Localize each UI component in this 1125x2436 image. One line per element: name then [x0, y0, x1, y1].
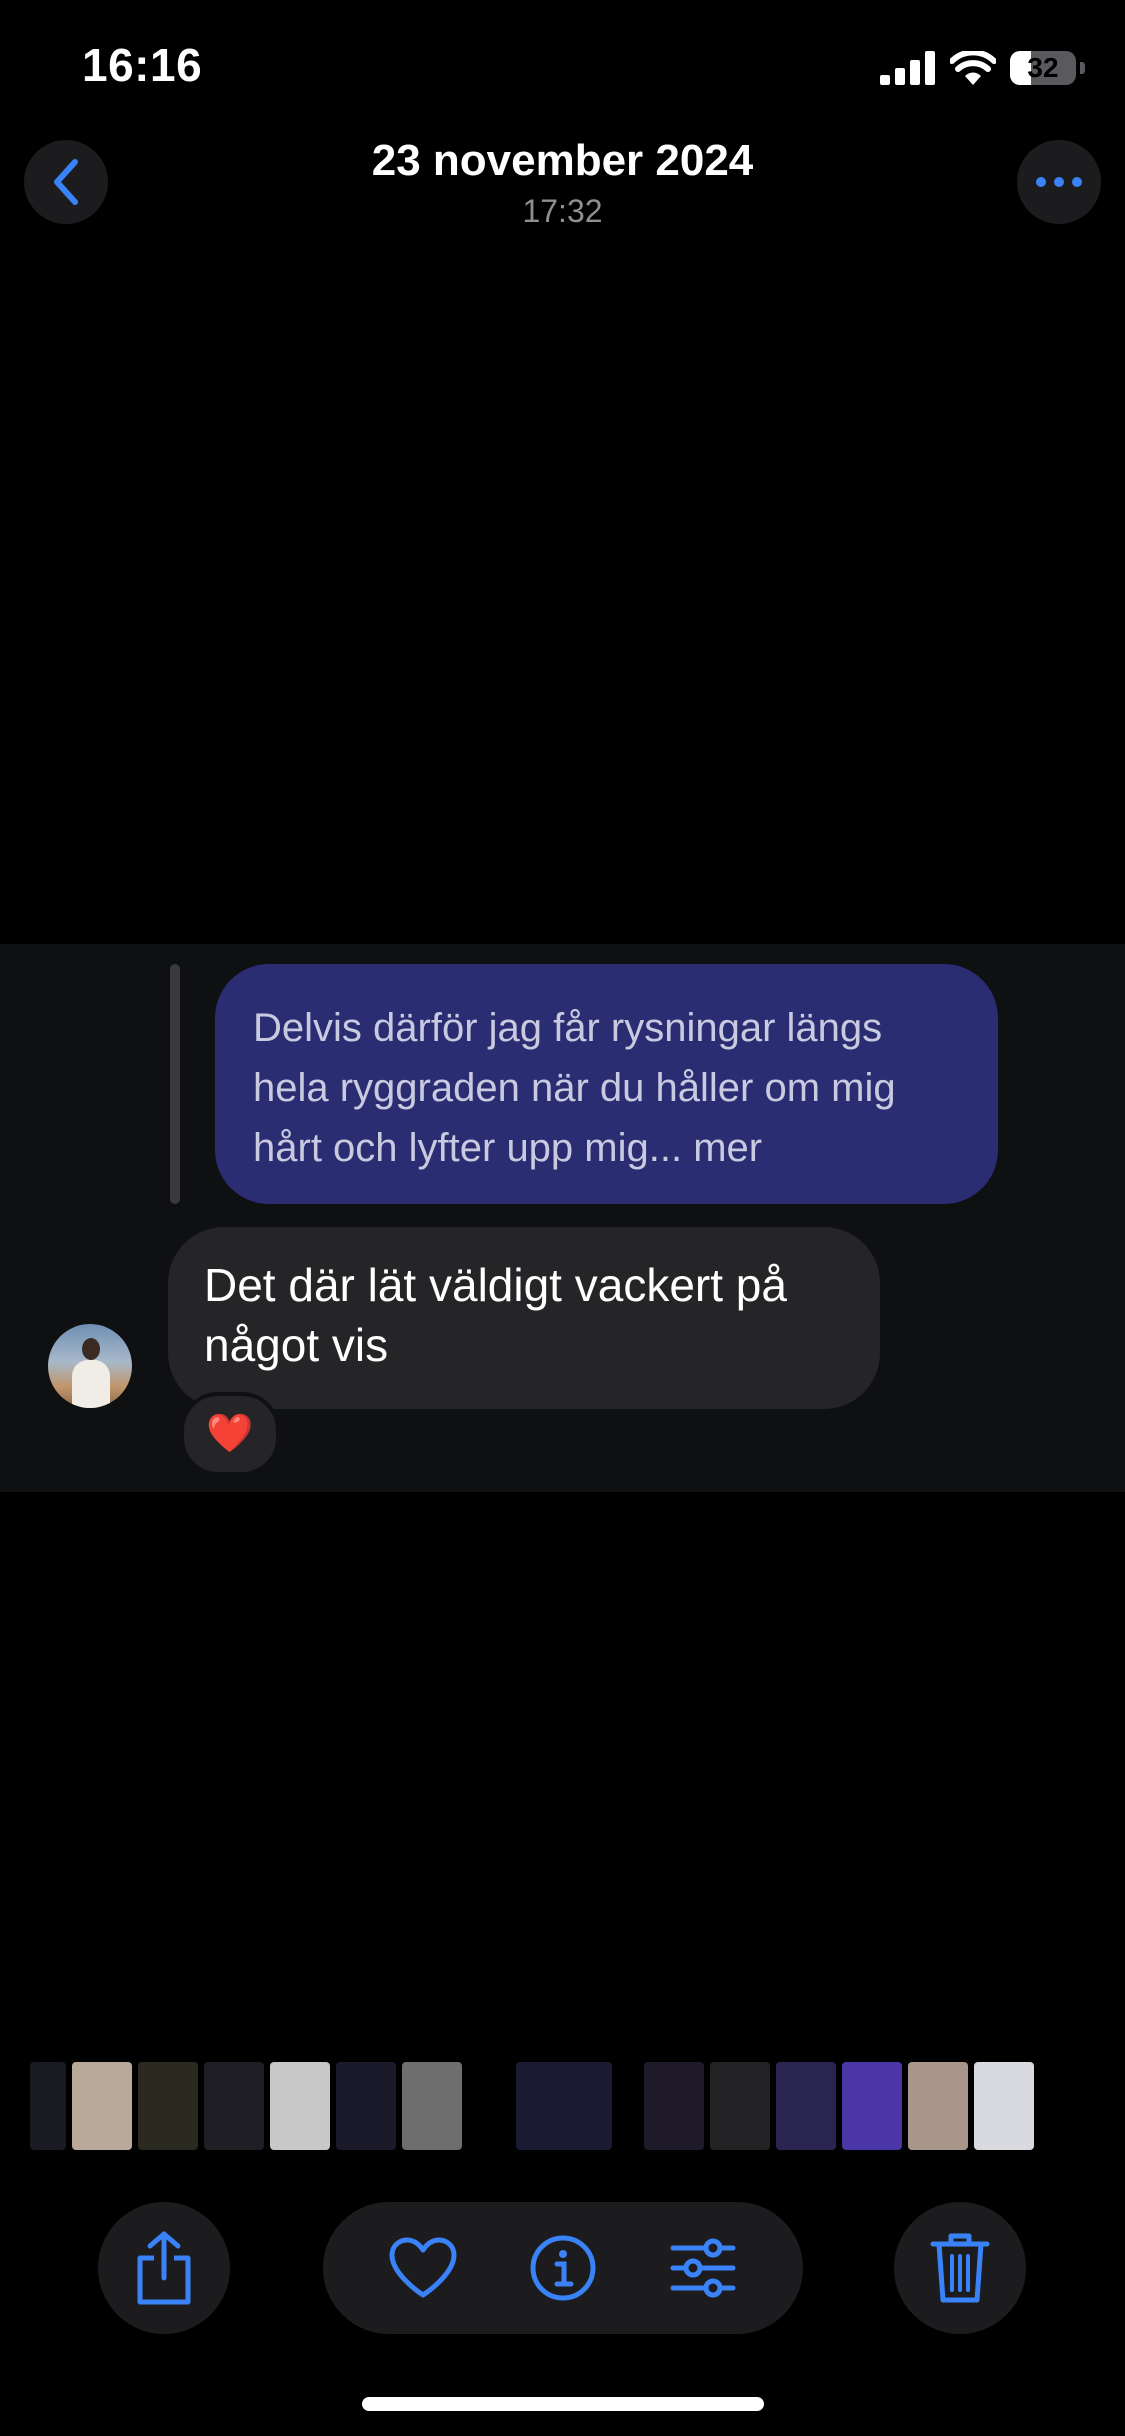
- delete-button[interactable]: [894, 2202, 1026, 2334]
- wifi-icon: [950, 51, 996, 85]
- status-time: 16:16: [82, 39, 203, 91]
- heart-reaction: ❤️: [180, 1392, 280, 1476]
- home-indicator[interactable]: [362, 2397, 764, 2411]
- thumb-14[interactable]: [974, 2062, 1034, 2150]
- thumb-2[interactable]: [72, 2062, 132, 2150]
- heart-icon: [389, 2237, 457, 2298]
- ellipsis-icon: [1036, 177, 1082, 187]
- time-subtitle: 17:32: [522, 193, 603, 229]
- favorite-button[interactable]: [383, 2228, 463, 2308]
- outgoing-message-bubble: Delvis därför jag får rysningar längs he…: [215, 964, 998, 1204]
- thumb-11[interactable]: [776, 2062, 836, 2150]
- thumb-1[interactable]: [30, 2062, 66, 2150]
- battery-level-text: 32: [1027, 52, 1059, 83]
- thumb-5[interactable]: [270, 2062, 330, 2150]
- incoming-message-bubble: Det där lät väldigt vackert på något vis: [168, 1227, 880, 1409]
- cellular-signal-icon: [880, 51, 935, 85]
- thumb-6[interactable]: [336, 2062, 396, 2150]
- thumb-7[interactable]: [402, 2062, 462, 2150]
- info-icon: [530, 2235, 596, 2301]
- trash-icon: [930, 2233, 990, 2303]
- thumb-10[interactable]: [710, 2062, 770, 2150]
- share-button[interactable]: [98, 2202, 230, 2334]
- thumb-4[interactable]: [204, 2062, 264, 2150]
- battery-cap: [1080, 62, 1085, 74]
- thumb-13[interactable]: [908, 2062, 968, 2150]
- thumb-12[interactable]: [842, 2062, 902, 2150]
- info-button[interactable]: [523, 2228, 603, 2308]
- thumb-3[interactable]: [138, 2062, 198, 2150]
- photo-content[interactable]: Delvis därför jag får rysningar längs he…: [0, 944, 1125, 1492]
- avatar: [48, 1324, 132, 1408]
- more-options-button[interactable]: [1017, 140, 1101, 224]
- thumb-9[interactable]: [644, 2062, 704, 2150]
- adjust-button[interactable]: [663, 2228, 743, 2308]
- thumb-8-current[interactable]: [516, 2062, 612, 2150]
- photo-actions-group: [323, 2202, 803, 2334]
- status-icons: 32: [880, 46, 1085, 90]
- reply-quote-bar: [170, 964, 180, 1204]
- date-title: 23 november 2024: [371, 136, 754, 185]
- adjust-icon: [670, 2238, 736, 2298]
- battery-icon: 32: [1010, 51, 1076, 85]
- share-icon: [137, 2231, 191, 2305]
